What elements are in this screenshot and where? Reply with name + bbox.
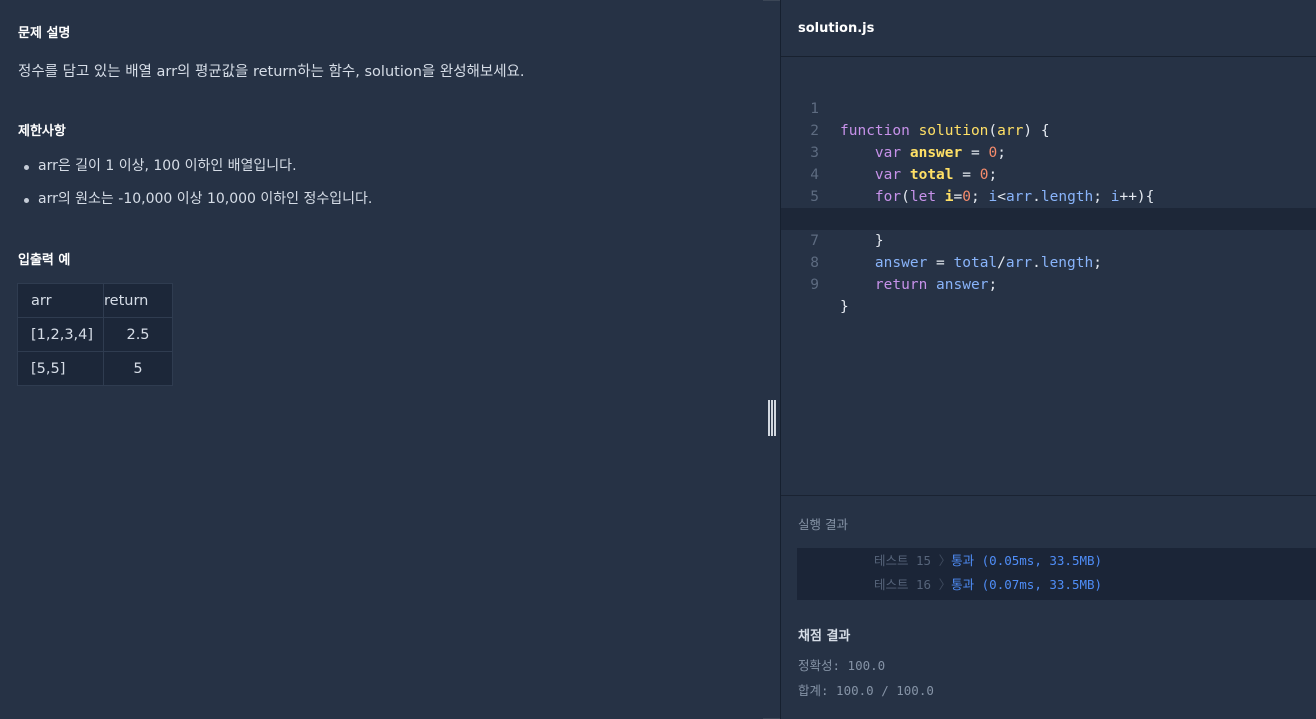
line-number: 9 [810,277,819,293]
code-line-active[interactable]: 7 answer = total/arr.length; [781,208,1316,271]
code-line[interactable]: 9 } [781,252,1316,315]
io-example-table: arr return [1,2,3,4] 2.5 [5,5] 5 [17,283,173,386]
file-tab-bar: solution.js [781,0,1316,57]
chevron-right-icon: 〉 [938,553,952,568]
constraint-item: arr은 길이 1 이상, 100 이하인 배열입니다. [23,155,372,188]
test-result-line: 테스트 16 〉통과 (0.07ms, 33.5MB) [874,573,1102,597]
table-cell: [5,5] [17,351,104,386]
constraints-title: 제한사항 [18,124,66,139]
code-line[interactable]: 2 var answer = 0; [781,98,1316,161]
code-text: return answer; [874,277,998,293]
table-header-row: arr return [17,283,173,318]
run-result-header: 실행 결과 [781,495,1316,549]
code-line[interactable]: 8 return answer; [781,230,1316,293]
constraint-item: arr의 원소는 -10,000 이상 10,000 이하인 정수입니다. [23,188,372,221]
test-status: 통과 (0.05ms, 33.5MB) [951,553,1103,568]
panel-resize-handle[interactable] [766,400,778,436]
score-result-title: 채점 결과 [798,629,851,644]
accuracy-score: 정확성: 100.0 [798,658,886,673]
io-example-title: 입출력 예 [18,253,71,268]
test-result-line: 테스트 15 〉통과 (0.05ms, 33.5MB) [874,549,1102,573]
grip-line [771,400,773,436]
table-cell: 2.5 [103,317,173,352]
problem-description-panel: 문제 설명 정수를 담고 있는 배열 arr의 평균값을 return하는 함수… [0,0,763,719]
grip-line [768,400,770,436]
grip-line [774,400,776,436]
chevron-right-icon: 〉 [938,577,952,592]
constraints-list: arr은 길이 1 이상, 100 이하인 배열입니다. arr의 원소는 -1… [23,155,372,221]
column-header-return: return [103,283,173,318]
editor-panel: solution.js 1 function solution(arr) { 2… [780,0,1316,719]
code-line[interactable]: 5 total += arr[i]; [781,164,1316,227]
test-status: 통과 (0.07ms, 33.5MB) [951,577,1103,592]
code-line[interactable]: 3 var total = 0; [781,120,1316,183]
code-line[interactable]: 4 for(let i=0; i<arr.length; i++){ [781,142,1316,205]
problem-section-title: 문제 설명 [18,26,71,41]
code-line[interactable]: 1 function solution(arr) { [781,76,1316,139]
column-header-arr: arr [17,283,104,318]
table-row: [1,2,3,4] 2.5 [17,317,173,352]
table-row: [5,5] 5 [17,351,173,386]
code-editor[interactable]: 1 function solution(arr) { 2 var answer … [781,57,1316,495]
code-line[interactable]: 6 } [781,186,1316,249]
total-score: 합계: 100.0 / 100.0 [798,683,934,698]
problem-description-text: 정수를 담고 있는 배열 arr의 평균값을 return하는 함수, solu… [18,64,525,80]
run-result-output[interactable]: 테스트 15 〉통과 (0.05ms, 33.5MB) 테스트 16 〉통과 (… [797,548,1316,600]
table-cell: [1,2,3,4] [17,317,104,352]
code-text: } [840,299,849,315]
test-label: 테스트 15 [874,553,932,568]
table-cell: 5 [103,351,173,386]
run-result-title: 실행 결과 [798,517,848,532]
file-tab-solution-js[interactable]: solution.js [798,21,874,36]
test-label: 테스트 16 [874,577,932,592]
